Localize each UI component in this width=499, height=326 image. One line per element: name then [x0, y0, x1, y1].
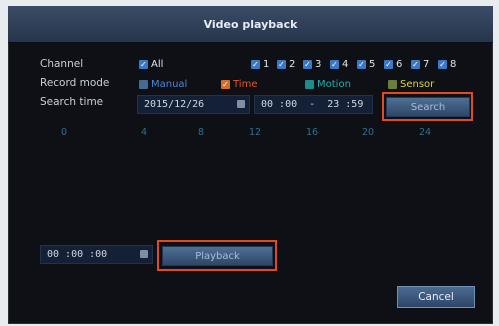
clock-icon[interactable] [140, 250, 148, 258]
channel-all-checkbox[interactable]: ✓ All [139, 59, 163, 70]
record-mode-motion-checkbox[interactable]: Motion [305, 79, 351, 90]
search-highlight-box [382, 92, 473, 121]
playback-highlight-box [157, 240, 277, 271]
timeline-tick: 0 [61, 127, 68, 138]
record-mode-time-checkbox[interactable]: ✓ Time [221, 79, 257, 90]
channel-7-checkbox[interactable]: ✓ 7 [411, 59, 429, 70]
playback-time-field[interactable]: 00 :00 :00 [40, 245, 153, 264]
check-icon: ✓ [221, 80, 230, 89]
check-icon: ✓ [139, 60, 148, 69]
channel-5-checkbox[interactable]: ✓ 5 [357, 59, 375, 70]
check-icon: ✓ [357, 60, 366, 69]
timeline-tick: 16 [306, 127, 319, 138]
timeline-tick: 4 [141, 127, 148, 138]
check-icon: ✓ [384, 60, 393, 69]
channel-8-checkbox[interactable]: ✓ 8 [438, 59, 456, 70]
channel-number: 1 [263, 59, 270, 70]
record-mode-sensor-checkbox[interactable]: Sensor [388, 79, 434, 90]
channel-1-checkbox[interactable]: ✓ 1 [251, 59, 269, 70]
record-mode-label: Record mode [40, 77, 110, 89]
checkbox-icon [305, 80, 314, 89]
record-mode-manual-checkbox[interactable]: Manual [139, 79, 187, 90]
channel-number: 5 [369, 59, 376, 70]
video-playback-window: Video playback Channel ✓ All ✓ 1 ✓ 2 ✓ 3 ✓ 4… [8, 6, 493, 324]
check-icon: ✓ [277, 60, 286, 69]
channel-label: Channel [40, 58, 84, 70]
check-icon: ✓ [438, 60, 447, 69]
timeline-tick: 24 [419, 127, 432, 138]
channel-number: 2 [289, 59, 296, 70]
timeline-tick: 20 [362, 127, 375, 138]
check-icon: ✓ [251, 60, 260, 69]
channel-number: 6 [396, 59, 403, 70]
channel-4-checkbox[interactable]: ✓ 4 [330, 59, 348, 70]
record-mode-sensor-label: Sensor [400, 79, 435, 90]
channel-number: 3 [315, 59, 322, 70]
window-titlebar: Video playback [8, 6, 493, 43]
cancel-button[interactable]: Cancel [397, 286, 475, 308]
check-icon: ✓ [303, 60, 312, 69]
calendar-icon[interactable] [237, 100, 245, 108]
search-date-field[interactable]: 2015/12/26 [137, 95, 250, 114]
timeline-tick: 12 [249, 127, 262, 138]
checkbox-icon [388, 80, 397, 89]
channel-number: 7 [423, 59, 430, 70]
channel-number: 4 [342, 59, 349, 70]
channel-3-checkbox[interactable]: ✓ 3 [303, 59, 321, 70]
playback-time-value: 00 :00 :00 [47, 249, 108, 260]
search-time-range-value: 00 :00 - 23 :59 [261, 99, 364, 110]
search-time-range-field[interactable]: 00 :00 - 23 :59 [254, 95, 373, 114]
record-mode-manual-label: Manual [151, 79, 188, 90]
timeline-tick: 8 [198, 127, 205, 138]
window-title: Video playback [203, 17, 298, 31]
record-mode-motion-label: Motion [317, 79, 351, 90]
search-time-label: Search time [40, 96, 104, 108]
cancel-button-label: Cancel [418, 291, 454, 303]
record-mode-time-label: Time [233, 79, 258, 90]
search-date-value: 2015/12/26 [144, 99, 205, 110]
channel-number: 8 [450, 59, 457, 70]
checkbox-icon [139, 80, 148, 89]
timeline-area[interactable] [38, 142, 468, 234]
channel-all-label: All [151, 59, 164, 70]
check-icon: ✓ [330, 60, 339, 69]
channel-2-checkbox[interactable]: ✓ 2 [277, 59, 295, 70]
channel-6-checkbox[interactable]: ✓ 6 [384, 59, 402, 70]
check-icon: ✓ [411, 60, 420, 69]
